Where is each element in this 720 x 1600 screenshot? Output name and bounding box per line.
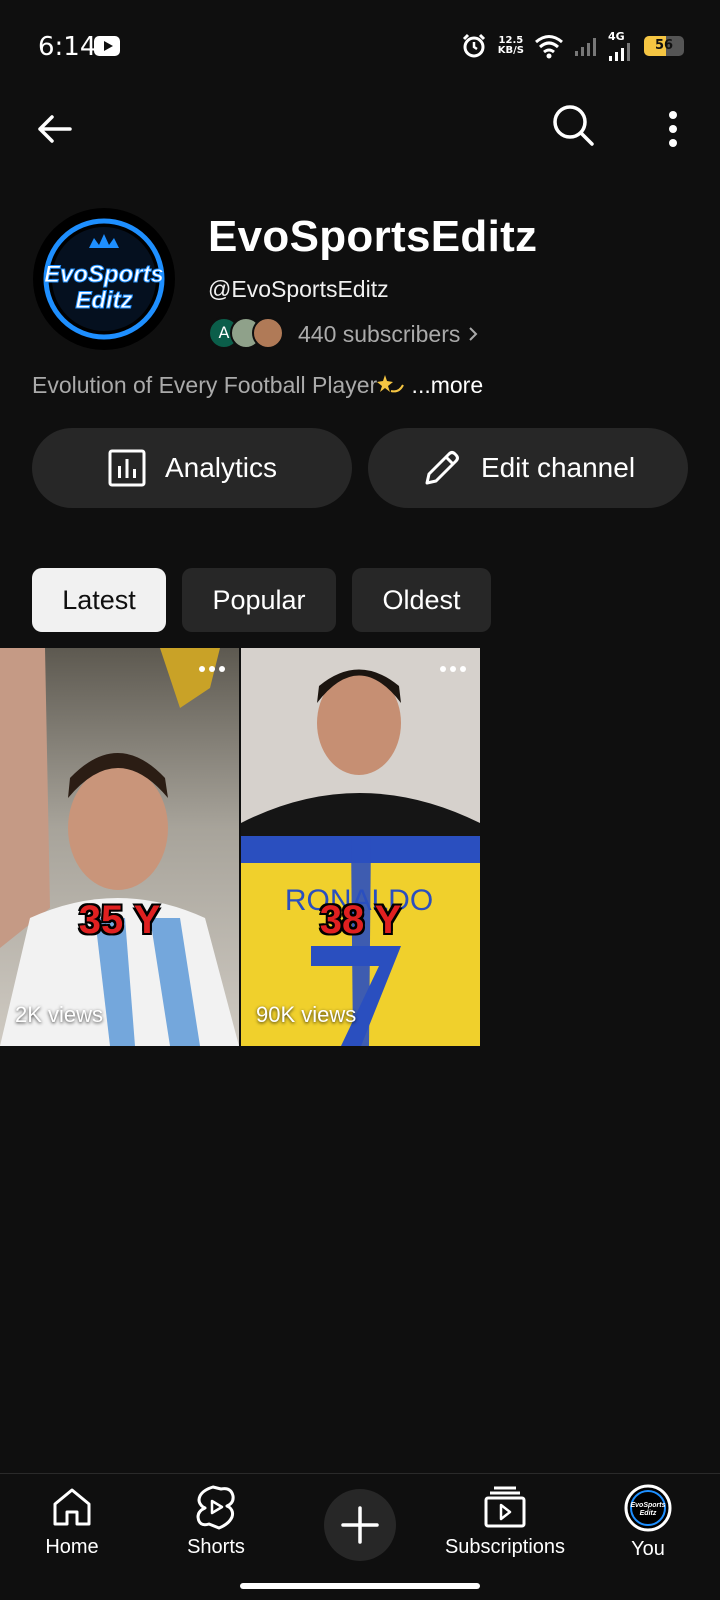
subscriptions-icon [484,1486,526,1528]
description-text: Evolution of Every Football Player [32,372,378,398]
analytics-icon [108,449,146,487]
more-horizontal-icon[interactable] [438,662,468,676]
short-item[interactable]: 35 Y 2K views [0,648,239,1046]
nav-home-label: Home [45,1536,99,1558]
channel-description[interactable]: Evolution of Every Football Player ...mo… [32,372,483,399]
network-speed: 12.5 KB/S [498,36,524,56]
more-vertical-icon [669,111,677,147]
short-overlay-text: 35 Y [78,898,161,942]
plus-icon [341,1506,379,1544]
home-indicator[interactable] [240,1583,480,1589]
nav-subscriptions[interactable]: Subscriptions [432,1484,578,1559]
analytics-button[interactable]: Analytics [32,428,352,508]
nav-shorts[interactable]: Shorts [176,1484,256,1559]
wifi-icon [535,35,563,59]
status-icons: 12.5 KB/S 4G 56 [460,30,684,62]
nav-shorts-label: Shorts [187,1536,245,1558]
svg-text:Editz: Editz [75,287,132,314]
nav-home[interactable]: Home [35,1484,109,1559]
dizzy-star-icon [377,375,405,393]
signal-icon-sim1 [575,38,596,56]
back-button[interactable] [30,104,80,154]
short-item[interactable]: RONALDO 38 Y 90K views [241,648,480,1046]
channel-avatar[interactable]: EvoSports Editz [33,208,175,350]
subscriber-avatars: A [208,317,286,351]
channel-handle: @EvoSportsEditz [208,276,389,302]
battery-level: 56 [654,38,674,53]
short-views: 2K views [15,1002,104,1027]
signal-sim2: 4G [608,30,634,62]
chevron-right-icon [469,327,478,341]
chip-oldest[interactable]: Oldest [352,568,491,632]
short-thumbnail: RONALDO [241,648,480,1046]
nav-subscriptions-label: Subscriptions [444,1536,566,1558]
status-time: 6:14 [38,32,97,62]
svg-text:Editz: Editz [640,1510,657,1517]
nav-you-label: You [631,1538,665,1560]
arrow-left-icon [38,115,72,143]
nav-you[interactable]: EvoSports Editz You [608,1484,688,1561]
svg-text:EvoSports: EvoSports [630,1502,665,1509]
analytics-label: Analytics [164,452,278,483]
short-views: 90K views [256,1002,357,1027]
subscriber-count: 440 subscribers [298,320,461,347]
edit-channel-button[interactable]: Edit channel [368,428,688,508]
network-speed-unit: KB/S [497,45,524,56]
short-thumbnail [0,648,239,1046]
avatar: EvoSports Editz [624,1484,672,1532]
edit-channel-label: Edit channel [480,452,636,483]
status-bar: 6:14 12.5 KB/S 4G 56 [0,0,720,96]
battery-icon: 56 [644,36,684,56]
home-icon [53,1488,91,1526]
short-overlay-text: 38 Y [319,898,402,942]
chip-latest[interactable]: Latest [32,568,166,632]
chip-popular[interactable]: Popular [182,568,336,632]
more-horizontal-icon[interactable] [197,662,227,676]
pencil-icon [425,451,459,485]
search-button[interactable] [548,100,600,152]
signal-icon-sim2 [609,43,630,61]
shorts-icon [196,1485,235,1530]
channel-logo: EvoSports Editz [38,213,170,345]
subscribers-row[interactable]: A 440 subscribers [208,316,480,352]
youtube-notification-icon [94,36,120,56]
search-icon [553,105,594,146]
create-button[interactable] [324,1489,396,1561]
more-link[interactable]: ...more [405,372,484,398]
svg-text:EvoSports: EvoSports [44,261,164,288]
channel-name: EvoSportsEditz [208,212,538,261]
more-options-button[interactable] [648,104,698,154]
subscriber-avatar [252,317,284,349]
alarm-icon [462,33,485,58]
bottom-navigation: Home Shorts Subscriptions EvoSports Edit… [0,1473,720,1600]
